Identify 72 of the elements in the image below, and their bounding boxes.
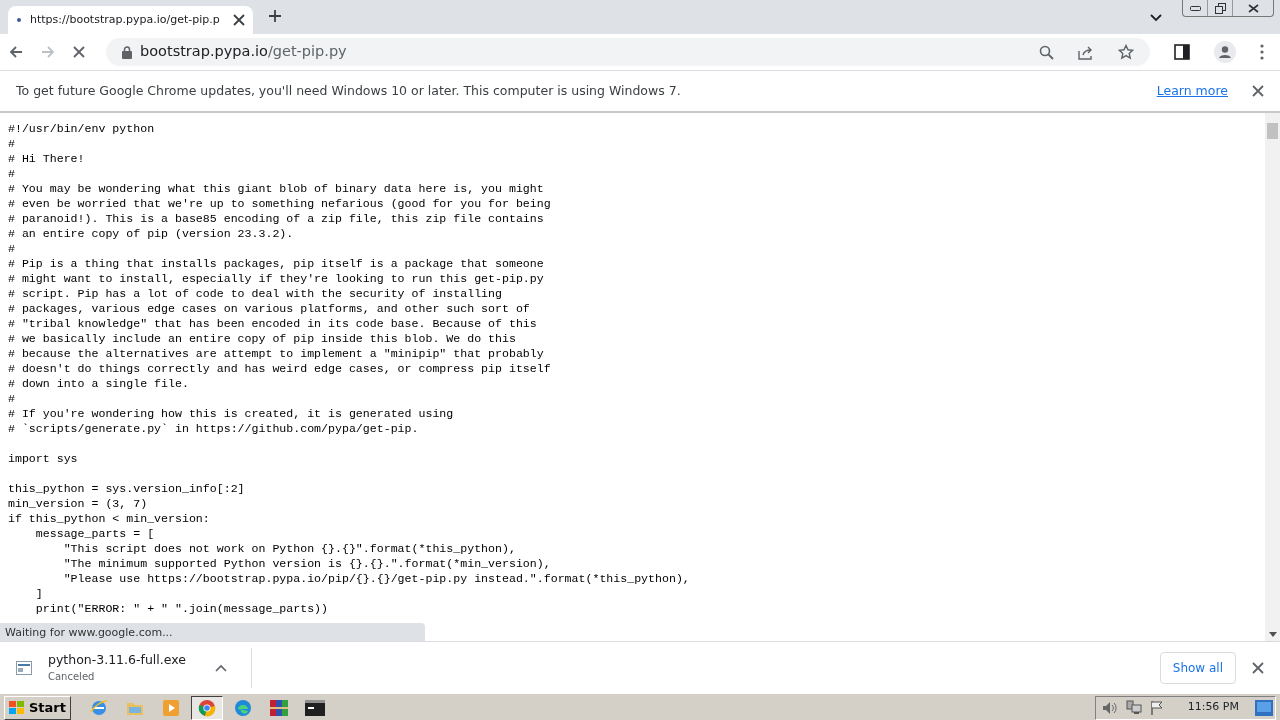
code-line: # You may be wondering what this giant blob of binary data here is, you might: [8, 182, 544, 195]
back-icon[interactable]: [8, 44, 24, 60]
code-line: #: [8, 242, 15, 255]
learn-more-link[interactable]: Learn more: [1156, 81, 1228, 101]
speaker-icon[interactable]: [1101, 700, 1118, 715]
chevron-icon[interactable]: [215, 663, 227, 672]
browser-tab[interactable]: https://bootstrap.pypa.io/get-pip.p: [8, 6, 253, 34]
code-line: ]: [34, 587, 43, 600]
side-panel-icon[interactable]: [1174, 44, 1190, 60]
terminal-icon[interactable]: [305, 699, 325, 716]
code-line: #: [8, 137, 15, 150]
code-line: "The minimum supported Python version is {}.{}.".format(*min_version),: [62, 557, 551, 570]
code-line: # we basically include an entire copy of pip inside this blob. We do this: [8, 332, 516, 345]
code-line: import sys: [8, 452, 78, 465]
start-button[interactable]: Start: [4, 695, 71, 720]
download-item[interactable]: python-3.11.6-full.exe Canceled: [16, 647, 252, 688]
code-line: # Hi There!: [8, 152, 85, 165]
windows-logo-icon: [9, 700, 25, 715]
share-icon[interactable]: [1078, 44, 1094, 60]
code-line: print("ERROR: " + " ".join(message_parts)): [34, 602, 329, 615]
code-line: # an entire copy of pip (version 23.3.2).: [8, 227, 294, 240]
download-status: Canceled: [48, 670, 96, 685]
menu-icon[interactable]: [1260, 44, 1264, 60]
close-infobar-icon[interactable]: [1252, 85, 1264, 97]
code-line: this_python = sys.version_info[:2]: [8, 482, 245, 495]
code-line: #: [8, 392, 15, 405]
scroll-thumb[interactable]: [1267, 123, 1278, 139]
star-icon[interactable]: [1118, 44, 1134, 60]
code-line: # might want to install, especially if they're looking to run this get-pip.py: [8, 272, 544, 285]
code-line: min_version = (3, 7): [8, 497, 148, 510]
download-filename: python-3.11.6-full.exe: [48, 650, 187, 669]
loading-icon: [16, 17, 22, 23]
code-line: # packages, various edge cases on various platforms, and other such sort of: [8, 302, 530, 315]
code-line: # "tribal knowledge" that has been encoded in its code base. Because of this: [8, 317, 537, 330]
lock-icon: [122, 45, 132, 59]
plus-icon: [268, 9, 282, 23]
code-line: # because the alternatives are attempt to implement a "minipip" that probably: [8, 347, 544, 360]
code-line: # Pip is a thing that installs packages, pip itself is a package that someone: [8, 257, 544, 270]
code-line: # doesn't do things correctly and has weird edge cases, or compress pip itself: [8, 362, 551, 375]
show-all-button[interactable]: Show all: [1159, 651, 1236, 684]
minimize-icon: [1189, 5, 1201, 11]
code-line: # paranoid!). This is a base85 encoding of a zip file, this zip file contains: [8, 212, 544, 225]
code-line: # down into a single file.: [8, 377, 189, 390]
profile-icon[interactable]: [1214, 41, 1236, 63]
code-line: # If you're wondering how this is created, it is generated using: [8, 407, 454, 420]
show-desktop-icon[interactable]: [1255, 699, 1273, 716]
clock: 11:56 PM: [1187, 699, 1239, 716]
code-line: # script. Pip has a lot of code to deal with the security of installing: [8, 287, 502, 300]
code-line: "Please use https://bootstrap.pypa.io/pip/{}.{}/get-pip.py instead.".format(*this_python),: [62, 572, 690, 585]
search-icon[interactable]: [1039, 44, 1054, 60]
file-icon: [16, 660, 32, 675]
code-line: #!/usr/bin/env python: [8, 122, 155, 135]
flag-icon[interactable]: [1149, 700, 1164, 715]
code-line: # even be worried that we're up to something nefarious (good for you for being: [8, 197, 551, 210]
scroll-down-icon[interactable]: [1269, 632, 1277, 637]
code-line: # `scripts/generate.py` in https://github.com/pypa/get-pip.: [8, 422, 419, 435]
code-line: message_parts = [: [34, 527, 155, 540]
stop-icon[interactable]: [72, 45, 86, 59]
archive-icon[interactable]: [269, 698, 289, 717]
browser-e-icon[interactable]: [90, 698, 108, 717]
code-line: #: [8, 167, 15, 180]
close-shelf-icon[interactable]: [1252, 661, 1264, 674]
infobar-message: To get future Google Chrome updates, you'll need Windows 10 or later. This computer is using Windows 7.: [16, 81, 682, 100]
code-line: if this_python < min_version:: [8, 512, 210, 525]
code-line: "This script does not work on Python {}.{}".format(*this_python),: [62, 542, 516, 555]
close-tab-icon[interactable]: [233, 14, 245, 26]
tab-title: https://bootstrap.pypa.io/get-pip.p: [30, 11, 221, 28]
chrome-icon[interactable]: [198, 698, 216, 717]
chevron-icon: [1150, 14, 1162, 22]
close-icon: [1247, 3, 1259, 13]
network-icon[interactable]: [1125, 700, 1142, 715]
status-text: Waiting for www.google.com...: [0, 623, 425, 641]
